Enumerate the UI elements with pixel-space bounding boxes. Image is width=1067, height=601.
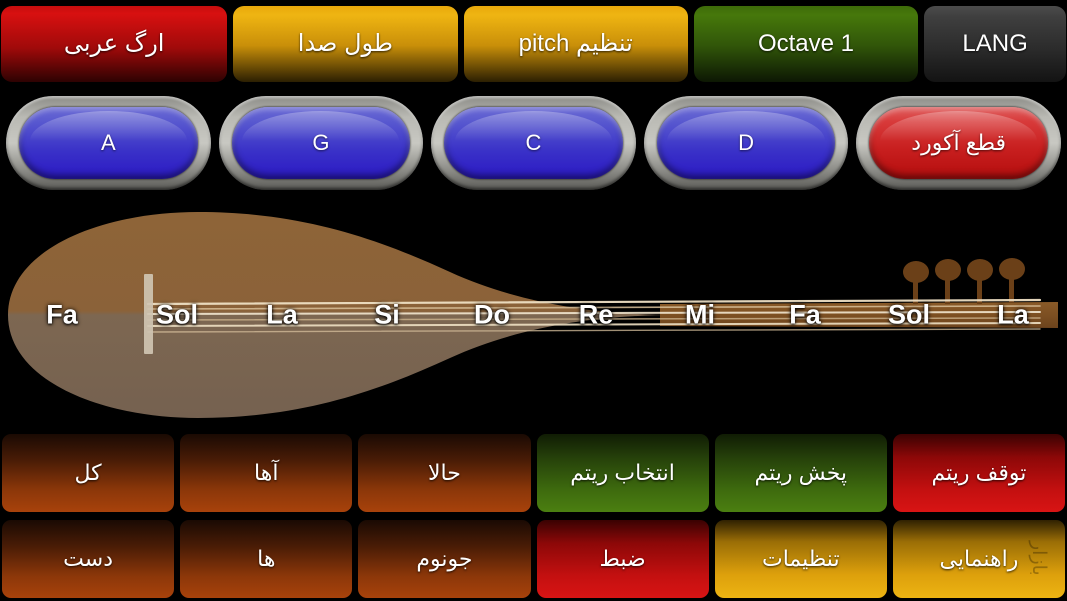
note-mi[interactable]: Mi — [685, 300, 715, 331]
instrument-select-button[interactable]: ارگ عربی — [1, 6, 228, 82]
chord-c-face: C — [444, 107, 623, 179]
voice-aha-button[interactable]: آها — [180, 433, 353, 512]
chord-a-button[interactable]: A — [6, 96, 211, 190]
voice-hala-label: حالا — [428, 459, 461, 485]
rhythm-play-button[interactable]: پخش ریتم — [714, 433, 887, 512]
note-fa-1[interactable]: Fa — [46, 300, 78, 331]
note-la-2[interactable]: La — [997, 300, 1029, 331]
rhythm-select-button[interactable]: انتخاب ریتم — [536, 433, 709, 512]
rhythm-play-label: پخش ریتم — [754, 459, 848, 485]
language-button[interactable]: LANG — [924, 6, 1067, 82]
chord-c-label: C — [525, 130, 542, 155]
voice-joonam-button[interactable]: جونوم — [358, 519, 531, 598]
chord-g-face: G — [231, 107, 411, 179]
instrument-nut — [144, 274, 153, 354]
record-label: ضبط — [599, 545, 646, 571]
rhythm-stop-button[interactable]: توقف ریتم — [892, 433, 1066, 512]
voice-joonam-label: جونوم — [416, 545, 473, 571]
chord-a-face: A — [19, 107, 198, 179]
note-do[interactable]: Do — [474, 300, 510, 331]
chord-stop-button[interactable]: قطع آکورد — [856, 96, 1061, 190]
note-sol-1[interactable]: Sol — [156, 300, 198, 331]
settings-button[interactable]: تنظیمات — [714, 519, 887, 598]
chord-d-label: D — [738, 130, 755, 155]
sound-length-button[interactable]: طول صدا — [233, 6, 458, 82]
chord-stop-label: قطع آکورد — [911, 130, 1007, 155]
octave-button[interactable]: Octave 1 — [693, 6, 919, 82]
tuning-pegs — [903, 258, 1025, 304]
octave-label: Octave 1 — [757, 29, 854, 57]
chord-a-label: A — [100, 130, 116, 155]
voice-hala-button[interactable]: حالا — [358, 433, 531, 512]
instrument-select-label: ارگ عربی — [63, 29, 165, 57]
voice-kol-button[interactable]: کل — [2, 433, 175, 512]
top-toolbar: ارگ عربی طول صدا تنظیم pitch Octave 1 LA… — [0, 0, 1067, 88]
chord-bar: A G C D قطع آکورد — [0, 92, 1067, 194]
record-button[interactable]: ضبط — [536, 519, 709, 598]
chord-d-face: D — [656, 107, 836, 179]
note-si[interactable]: Si — [374, 300, 400, 331]
voice-dast-label: دست — [63, 545, 114, 571]
voice-kol-label: کل — [74, 459, 102, 485]
voice-dast-button[interactable]: دست — [2, 519, 175, 598]
settings-label: تنظیمات — [761, 545, 840, 571]
chord-g-button[interactable]: G — [218, 96, 424, 190]
voice-ha-button[interactable]: ها — [180, 519, 353, 598]
instrument-soundbox — [8, 212, 676, 418]
note-fa-2[interactable]: Fa — [789, 300, 821, 331]
chord-d-button[interactable]: D — [643, 96, 849, 190]
help-button[interactable]: راهنمایی — [892, 519, 1066, 598]
voice-ha-label: ها — [257, 545, 276, 571]
note-la-1[interactable]: La — [266, 300, 298, 331]
pitch-tune-label: تنظیم pitch — [518, 29, 633, 57]
rhythm-select-label: انتخاب ریتم — [570, 459, 675, 485]
note-re[interactable]: Re — [579, 300, 614, 331]
voice-aha-label: آها — [254, 459, 279, 485]
note-sol-2[interactable]: Sol — [888, 300, 930, 331]
pitch-tune-button[interactable]: تنظیم pitch — [463, 6, 688, 82]
sound-length-label: طول صدا — [297, 29, 394, 57]
chord-c-button[interactable]: C — [431, 96, 636, 190]
help-label: راهنمایی — [939, 545, 1019, 571]
chord-stop-face: قطع آکورد — [869, 107, 1048, 179]
bottom-toolbar-row-2: دست ها جونوم ضبط تنظیمات راهنمایی — [0, 516, 1067, 601]
chord-g-label: G — [312, 130, 330, 155]
instrument-area[interactable]: Fa Sol La Si Do Re Mi Fa Sol La — [0, 196, 1067, 428]
language-label: LANG — [962, 29, 1028, 57]
rhythm-stop-label: توقف ریتم — [931, 459, 1027, 485]
bottom-toolbar-row-1: کل آها حالا انتخاب ریتم پخش ریتم توقف ری… — [0, 430, 1067, 515]
app-root: ارگ عربی طول صدا تنظیم pitch Octave 1 LA… — [0, 0, 1067, 600]
